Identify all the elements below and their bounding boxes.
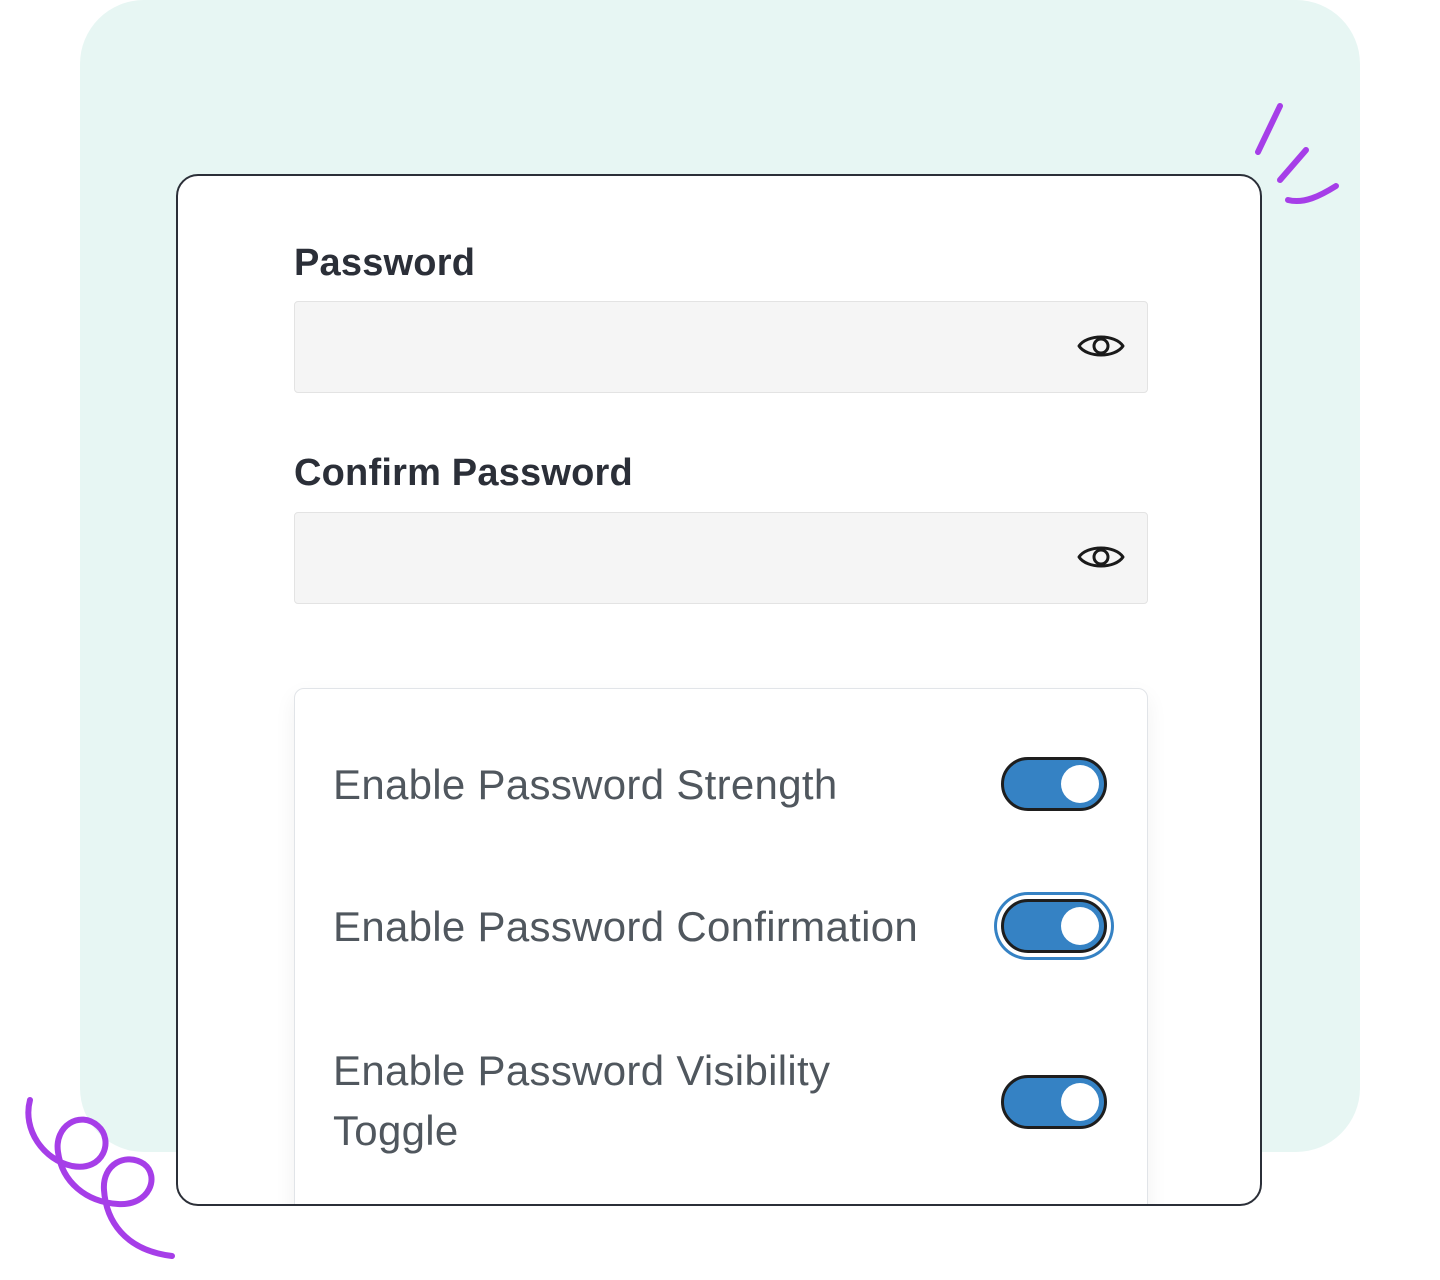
setting-label: Enable Password Confirmation (333, 903, 919, 950)
toggle-knob (1061, 765, 1099, 803)
confirm-password-field[interactable] (294, 512, 1148, 604)
password-visibility-setting-toggle[interactable] (1001, 1075, 1107, 1129)
confirm-password-visibility-toggle[interactable] (1075, 533, 1127, 581)
confirm-password-label: Confirm Password (294, 452, 633, 494)
eye-icon (1077, 546, 1125, 568)
settings-panel: Enable Password Strength Enable Password… (294, 688, 1148, 1204)
password-settings-card: Password Confirm Password Enable Passwor… (176, 174, 1262, 1206)
eye-icon (1077, 335, 1125, 357)
confirm-password-input[interactable] (295, 513, 1055, 603)
password-input[interactable] (295, 302, 1055, 392)
setting-label: Enable Password Visibility Toggle (333, 1047, 831, 1154)
setting-row-password-strength: Enable Password Strength (295, 753, 1147, 817)
password-label: Password (294, 242, 476, 284)
password-field[interactable] (294, 301, 1148, 393)
password-visibility-toggle[interactable] (1075, 322, 1127, 370)
toggle-knob (1061, 907, 1099, 945)
setting-label: Enable Password Strength (333, 761, 838, 808)
toggle-knob (1061, 1083, 1099, 1121)
password-strength-toggle[interactable] (1001, 757, 1107, 811)
setting-row-password-confirmation: Enable Password Confirmation (295, 895, 1147, 959)
setting-row-password-visibility: Enable Password Visibility Toggle (295, 1041, 1147, 1171)
password-confirmation-toggle[interactable] (1001, 899, 1107, 953)
decorative-swirl (25, 1097, 175, 1259)
